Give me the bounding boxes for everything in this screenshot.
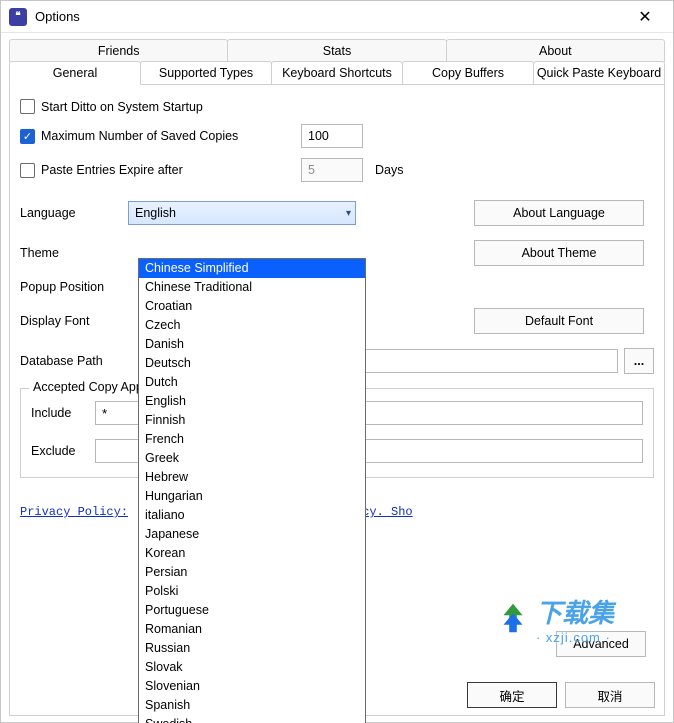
language-option[interactable]: Swedish <box>139 715 365 723</box>
expire-label: Paste Entries Expire after <box>41 163 301 177</box>
language-option[interactable]: Japanese <box>139 525 365 544</box>
startup-label: Start Ditto on System Startup <box>41 100 203 114</box>
about-theme-button[interactable]: About Theme <box>474 240 644 266</box>
language-option[interactable]: Chinese Simplified <box>139 259 365 278</box>
language-option[interactable]: Croatian <box>139 297 365 316</box>
language-option[interactable]: Romanian <box>139 620 365 639</box>
startup-checkbox[interactable] <box>20 99 35 114</box>
language-option[interactable]: Spanish <box>139 696 365 715</box>
tab-keyboard-shortcuts[interactable]: Keyboard Shortcuts <box>271 61 403 85</box>
language-option[interactable]: Hebrew <box>139 468 365 487</box>
language-option[interactable]: Czech <box>139 316 365 335</box>
language-option[interactable]: English <box>139 392 365 411</box>
language-option[interactable]: Deutsch <box>139 354 365 373</box>
tab-quick-paste-keyboard[interactable]: Quick Paste Keyboard <box>533 61 665 85</box>
options-window: ❝ Options ✕ Friends Stats About General … <box>0 0 674 723</box>
language-combo[interactable]: English ▾ <box>128 201 356 225</box>
tab-copy-buffers[interactable]: Copy Buffers <box>402 61 534 85</box>
include-label: Include <box>31 406 95 420</box>
privacy-policy-label[interactable]: Privacy Policy: <box>20 505 128 519</box>
tab-friends[interactable]: Friends <box>9 39 228 62</box>
expire-unit: Days <box>375 163 403 177</box>
max-copies-checkbox[interactable]: ✓ <box>20 129 35 144</box>
database-path-label: Database Path <box>20 354 128 368</box>
tab-stats[interactable]: Stats <box>227 39 446 62</box>
language-option[interactable]: Portuguese <box>139 601 365 620</box>
theme-label: Theme <box>20 246 128 260</box>
popup-position-label: Popup Position <box>20 280 128 294</box>
default-font-button[interactable]: Default Font <box>474 308 644 334</box>
language-combo-value: English <box>135 206 176 220</box>
language-option[interactable]: Danish <box>139 335 365 354</box>
language-option[interactable]: Korean <box>139 544 365 563</box>
watermark-sub: · xzji.com · <box>536 630 614 645</box>
language-option[interactable]: Polski <box>139 582 365 601</box>
chevron-down-icon: ▾ <box>346 208 351 219</box>
download-arrow-icon <box>494 600 532 638</box>
cancel-button[interactable]: 取消 <box>565 682 655 708</box>
window-title: Options <box>35 9 80 24</box>
language-label: Language <box>20 206 128 220</box>
tab-supported-types[interactable]: Supported Types <box>140 61 272 85</box>
database-path-input[interactable] <box>362 349 618 373</box>
language-option[interactable]: Hungarian <box>139 487 365 506</box>
expire-checkbox[interactable] <box>20 163 35 178</box>
tabs: Friends Stats About General Supported Ty… <box>1 33 673 85</box>
general-panel: Start Ditto on System Startup ✓ Maximum … <box>9 84 665 716</box>
language-dropdown[interactable]: Chinese SimplifiedChinese TraditionalCro… <box>138 258 366 723</box>
close-icon[interactable]: ✕ <box>625 3 665 31</box>
max-copies-label: Maximum Number of Saved Copies <box>41 129 301 143</box>
language-option[interactable]: Russian <box>139 639 365 658</box>
expire-input <box>301 158 363 182</box>
language-option[interactable]: italiano <box>139 506 365 525</box>
ok-button[interactable]: 确定 <box>467 682 557 708</box>
language-option[interactable]: Chinese Traditional <box>139 278 365 297</box>
language-option[interactable]: French <box>139 430 365 449</box>
exclude-label: Exclude <box>31 444 95 458</box>
max-copies-input[interactable] <box>301 124 363 148</box>
display-font-label: Display Font <box>20 314 128 328</box>
watermark-text: 下载集 <box>536 598 614 628</box>
language-option[interactable]: Finnish <box>139 411 365 430</box>
language-option[interactable]: Greek <box>139 449 365 468</box>
language-option[interactable]: Slovak <box>139 658 365 677</box>
app-icon: ❝ <box>9 8 27 26</box>
language-option[interactable]: Dutch <box>139 373 365 392</box>
about-language-button[interactable]: About Language <box>474 200 644 226</box>
language-option[interactable]: Slovenian <box>139 677 365 696</box>
tab-about[interactable]: About <box>446 39 665 62</box>
database-browse-button[interactable]: ... <box>624 348 654 374</box>
language-option[interactable]: Persian <box>139 563 365 582</box>
watermark: 下载集 · xzji.com · <box>494 593 614 645</box>
tab-general[interactable]: General <box>9 61 141 85</box>
titlebar: ❝ Options ✕ <box>1 1 673 33</box>
